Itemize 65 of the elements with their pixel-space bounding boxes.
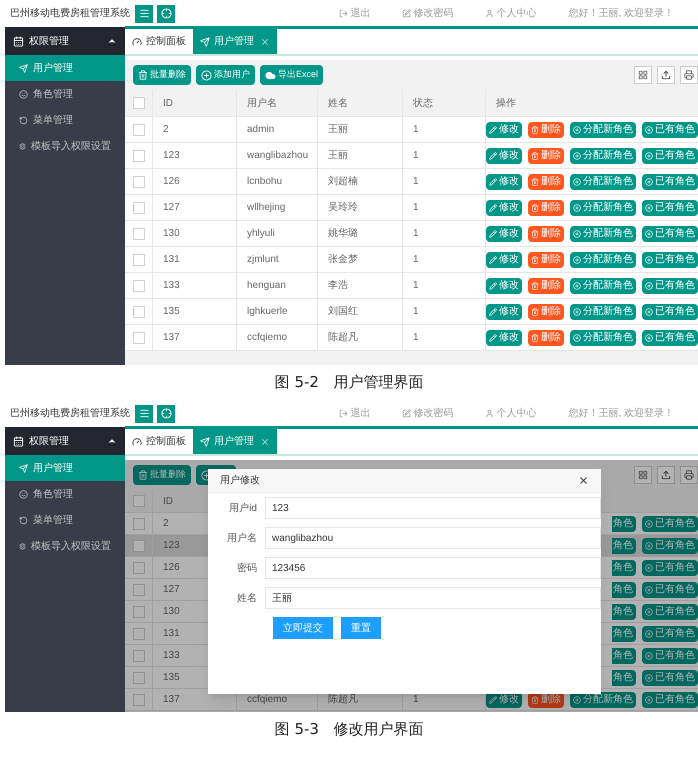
table-cell-text: 王丽 bbox=[328, 149, 348, 163]
table-cell-text: 姚华璐 bbox=[328, 227, 358, 241]
table-cell-text: 2 bbox=[163, 123, 169, 137]
column-header: ID bbox=[163, 494, 173, 508]
table-cell-text: 1 bbox=[413, 331, 419, 345]
table-cell-text: 1 bbox=[413, 175, 419, 189]
figure-caption: 图 5-2 用户管理界面 bbox=[274, 372, 424, 394]
column-header: 状态 bbox=[413, 96, 433, 110]
table-cell-text: 135 bbox=[163, 305, 180, 319]
column-header: 用户名 bbox=[247, 96, 277, 110]
table-cell-text: 131 bbox=[163, 253, 180, 267]
table-cell-text: 1 bbox=[413, 693, 419, 707]
greeting-text: 您好！王丽, 欢迎登录！ bbox=[568, 6, 674, 21]
greeting-text: 您好！王丽, 欢迎登录！ bbox=[568, 406, 674, 421]
table-cell-text: 126 bbox=[163, 175, 180, 189]
table-cell-text: 130 bbox=[163, 605, 180, 619]
table-cell-text: wllhejing bbox=[247, 201, 286, 215]
table-cell-text: 137 bbox=[163, 331, 180, 345]
table-cell-text: 137 bbox=[163, 693, 180, 707]
table-cell-text: 130 bbox=[163, 227, 180, 241]
table-cell-text: 1 bbox=[413, 227, 419, 241]
table-cell-text: 张金梦 bbox=[328, 252, 358, 267]
table-cell-text: 1 bbox=[413, 201, 419, 215]
field-label: 密码 bbox=[236, 562, 258, 576]
table-cell-text: 1 bbox=[413, 305, 419, 319]
table-cell-text: lghkuerle bbox=[247, 305, 288, 319]
table-cell-text: 刘国红 bbox=[328, 304, 358, 319]
table-cell-text: ccfqiemo bbox=[247, 331, 288, 345]
column-header: 操作 bbox=[496, 96, 516, 110]
table-cell-text: 127 bbox=[163, 583, 180, 597]
figure-caption: 图 5-3 修改用户界面 bbox=[274, 719, 424, 740]
modal-title: 用户修改 bbox=[220, 474, 261, 488]
table-cell-text: 陈超凡 bbox=[328, 693, 358, 707]
table-cell-text: 133 bbox=[163, 649, 180, 663]
column-header: 姓名 bbox=[328, 96, 348, 110]
table-cell-text: admin bbox=[247, 123, 274, 137]
table-cell-text: 陈超凡 bbox=[328, 330, 358, 345]
table-cell-text: lcnbohu bbox=[247, 175, 282, 189]
table-cell-text: 1 bbox=[413, 149, 419, 163]
table-cell-text: 1 bbox=[413, 123, 419, 137]
field-label: 用户名 bbox=[226, 532, 258, 546]
table-cell-text: 李浩 bbox=[328, 278, 348, 293]
table-cell-text: zjmlunt bbox=[247, 253, 279, 267]
table-cell-text: ccfqiemo bbox=[247, 693, 288, 707]
app-title: 巴州移动电费房租管理系统 bbox=[10, 406, 130, 421]
table-cell-text: 王丽 bbox=[328, 123, 348, 137]
table-cell-text: 131 bbox=[163, 627, 180, 641]
table-cell-text: 1 bbox=[413, 279, 419, 293]
table-cell-text: henguan bbox=[247, 279, 286, 293]
field-label: 用户id bbox=[228, 502, 258, 516]
app-title: 巴州移动电费房租管理系统 bbox=[10, 6, 130, 21]
table-cell-text: 127 bbox=[163, 201, 180, 215]
table-cell-text: yhlyuli bbox=[247, 227, 275, 241]
table-cell-text: 2 bbox=[163, 517, 169, 531]
column-header: ID bbox=[163, 96, 173, 110]
table-cell-text: 135 bbox=[163, 671, 180, 685]
table-cell-text: 刘超楠 bbox=[328, 174, 358, 189]
table-cell-text: 123 bbox=[163, 539, 180, 553]
table-cell-text: 133 bbox=[163, 279, 180, 293]
table-cell-text: 1 bbox=[413, 253, 419, 267]
table-cell-text: 123 bbox=[163, 149, 180, 163]
field-label: 姓名 bbox=[236, 592, 258, 606]
table-cell-text: wanglibazhou bbox=[247, 149, 308, 163]
table-cell-text: 126 bbox=[163, 561, 180, 575]
table-cell-text: 吴玲玲 bbox=[328, 201, 358, 215]
